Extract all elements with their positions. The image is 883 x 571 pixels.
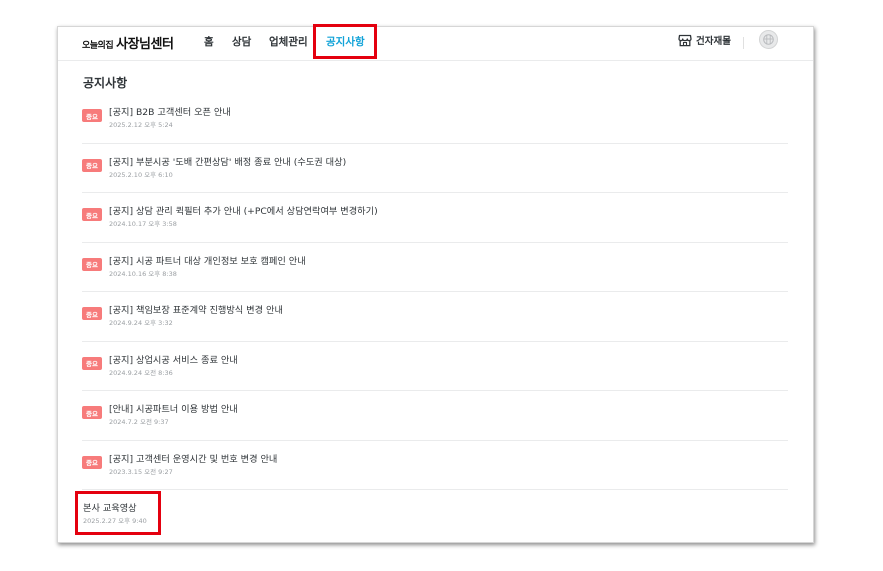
notice-title[interactable]: [공지] 시공 파트너 대상 개인정보 보호 캠페인 안내 — [109, 253, 306, 267]
important-badge: 중요 — [82, 208, 102, 221]
notice-title[interactable]: [공지] 고객센터 운영시간 및 번호 변경 안내 — [109, 451, 277, 465]
notice-row[interactable]: 중요 [안내] 시공파트너 이용 방법 안내 2024.7.2 오전 9:37 — [82, 391, 788, 441]
notice-title[interactable]: 본사 교육영상 — [83, 500, 137, 514]
avatar-face-icon — [763, 34, 774, 45]
notice-date: 2024.9.24 오후 3:32 — [109, 319, 173, 327]
notice-row[interactable]: 중요 [공지] 상담 관리 퀵필터 추가 안내 (+PC에서 상담연락여부 변경… — [82, 193, 788, 243]
notice-title[interactable]: [안내] 시공파트너 이용 방법 안내 — [109, 401, 238, 415]
notice-row[interactable]: 중요 [공지] 고객센터 운영시간 및 번호 변경 안내 2023.3.15 오… — [82, 441, 788, 490]
important-badge: 중요 — [82, 455, 102, 469]
storefront-icon — [678, 34, 692, 46]
logo-title: 사장님센터 — [116, 37, 174, 52]
notice-date: 2024.9.24 오전 8:36 — [109, 368, 173, 377]
nav-consult[interactable]: 상담 — [232, 34, 251, 49]
notice-row[interactable]: 중요 [공지] 상업시공 서비스 종료 안내 2024.9.24 오전 8:36 — [82, 342, 788, 391]
notice-date: 2024.10.16 오후 8:38 — [109, 269, 177, 278]
notice-date: 2025.2.27 오후 9:40 — [83, 517, 147, 525]
notice-title[interactable]: [공지] 상업시공 서비스 종료 안내 — [109, 352, 238, 366]
important-badge: 중요 — [82, 257, 102, 271]
important-badge: 중요 — [82, 307, 102, 320]
notice-row[interactable]: 중요 [공지] 책임보장 표준계약 진행방식 변경 안내 2024.9.24 오… — [82, 292, 788, 342]
page-title: 공지사항 — [83, 76, 128, 90]
nav-notices[interactable]: 공지사항 — [326, 34, 365, 49]
notice-list: 중요 [공지] B2B 고객센터 오픈 안내 2025.2.12 오후 5:24… — [82, 94, 788, 540]
logo[interactable]: 오늘의집 사장님센터 — [82, 33, 174, 52]
nav-home[interactable]: 홈 — [204, 34, 214, 49]
building-mall-link[interactable]: 건자재몰 — [678, 33, 731, 47]
important-badge: 중요 — [82, 356, 102, 370]
app-window: 오늘의집 사장님센터 홈 상담 업체관리 공지사항 건자재몰 공지사항 중요 [… — [57, 26, 814, 543]
notice-row[interactable]: 중요 [공지] B2B 고객센터 오픈 안내 2025.2.12 오후 5:24 — [82, 94, 788, 144]
notice-title[interactable]: [공지] 부분시공 '도배 간편상담' 배정 종료 안내 (수도권 대상) — [109, 154, 346, 168]
notice-title[interactable]: [공지] B2B 고객센터 오픈 안내 — [109, 104, 231, 118]
building-mall-label: 건자재몰 — [696, 36, 731, 47]
notice-title[interactable]: [공지] 상담 관리 퀵필터 추가 안내 (+PC에서 상담연락여부 변경하기) — [109, 203, 378, 217]
important-badge: 중요 — [82, 158, 102, 172]
notice-row[interactable]: 중요 [공지] 시공 파트너 대상 개인정보 보호 캠페인 안내 2024.10… — [82, 243, 788, 292]
important-badge: 중요 — [82, 109, 102, 122]
notice-title[interactable]: [공지] 책임보장 표준계약 진행방식 변경 안내 — [109, 302, 283, 316]
notice-date: 2024.7.2 오전 9:37 — [109, 418, 169, 426]
important-badge: 중요 — [82, 406, 102, 419]
notice-date: 2023.3.15 오전 9:27 — [109, 467, 173, 476]
notice-row-education-video[interactable]: 본사 교육영상 2025.2.27 오후 9:40 — [82, 490, 788, 540]
notice-date: 2025.2.12 오후 5:24 — [109, 121, 173, 129]
nav-business[interactable]: 업체관리 — [269, 34, 308, 49]
notice-date: 2024.10.17 오후 3:58 — [109, 220, 177, 228]
user-avatar-icon[interactable] — [759, 30, 778, 49]
logo-brand: 오늘의집 — [82, 41, 114, 51]
notice-date: 2025.2.10 오후 6:10 — [109, 170, 173, 179]
notice-row[interactable]: 중요 [공지] 부분시공 '도배 간편상담' 배정 종료 안내 (수도권 대상)… — [82, 144, 788, 193]
top-header: 오늘의집 사장님센터 홈 상담 업체관리 공지사항 건자재몰 — [58, 27, 813, 61]
header-divider — [743, 37, 744, 49]
